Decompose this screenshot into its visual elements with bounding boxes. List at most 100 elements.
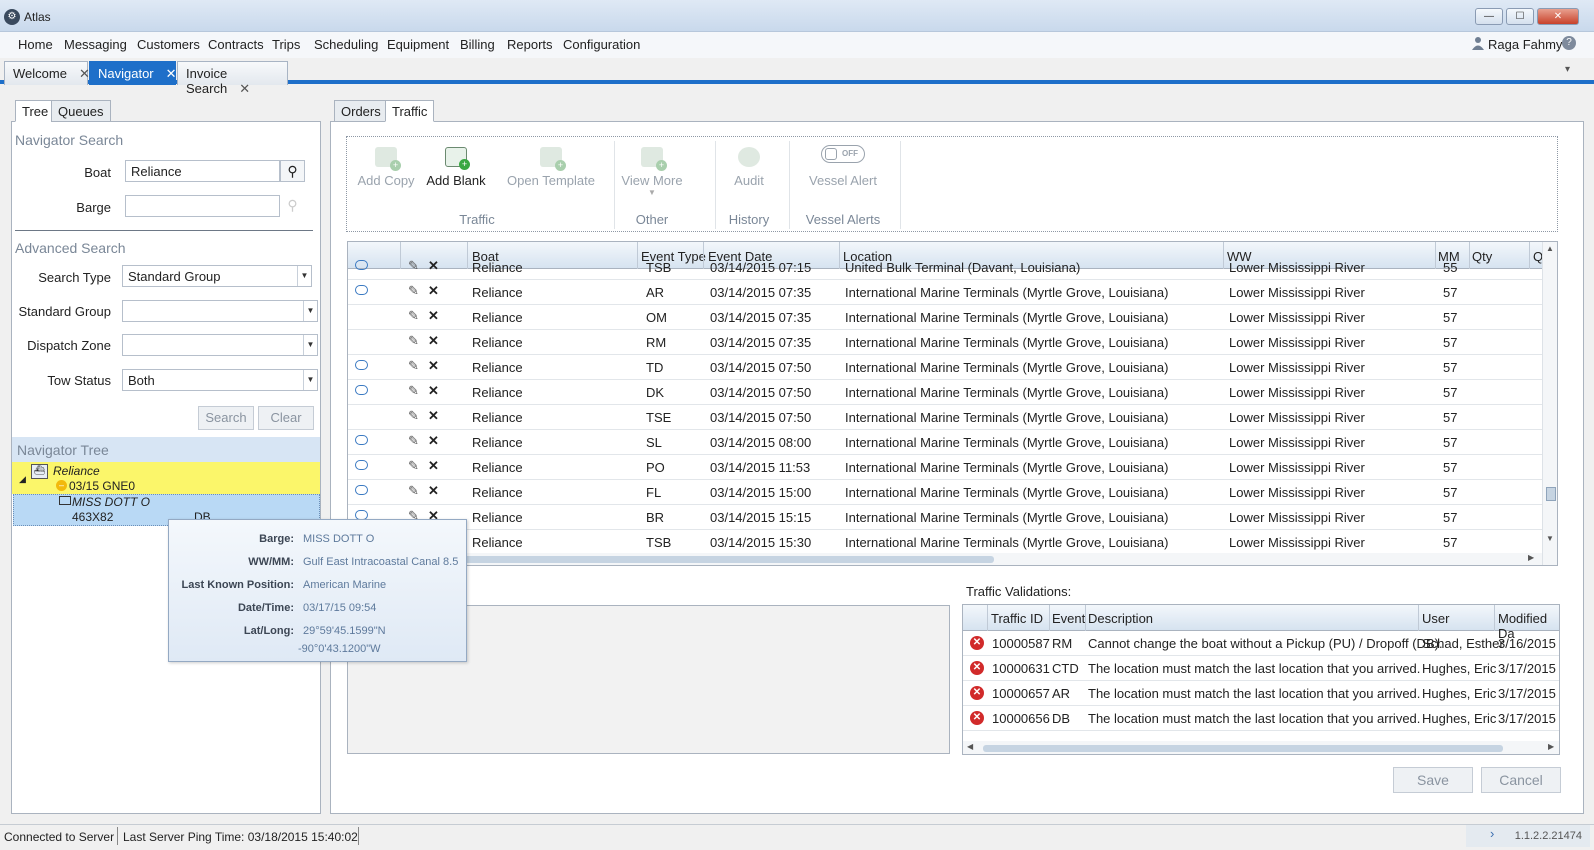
edit-icon[interactable]: ✎ [408,483,419,499]
col-traffic-id[interactable]: Traffic ID [991,611,1043,626]
tab-tree[interactable]: Tree [15,100,56,122]
edit-icon[interactable]: ✎ [408,383,419,399]
cancel-button[interactable]: Cancel [1481,767,1561,793]
table-row[interactable]: ✎ ✕ Reliance FL 03/14/2015 15:00 Internationa… [348,480,1542,505]
tab-invoice-search[interactable]: Invoice Search ✕ [177,61,288,96]
user-name[interactable]: Raga Fahmy [1488,37,1562,52]
table-row[interactable]: ✎ ✕ Reliance TSE 03/14/2015 07:50 Internation… [348,405,1542,430]
table-row[interactable]: ✕ 10000656 DB The location must match the l… [963,706,1559,731]
delete-icon[interactable]: ✕ [428,458,439,474]
search-button[interactable]: Search [198,406,254,430]
comment-icon[interactable] [355,385,368,395]
delete-icon[interactable]: ✕ [428,333,439,349]
edit-icon[interactable]: ✎ [408,308,419,324]
table-row[interactable]: ✎ ✕ Reliance SL 03/14/2015 08:00 Internationa… [348,430,1542,455]
table-row[interactable]: ✎ ✕ Reliance OM 03/14/2015 07:35 Internationa… [348,305,1542,330]
clear-button[interactable]: Clear [258,406,314,430]
help-icon[interactable]: ? [1562,36,1576,50]
menu-messaging[interactable]: Messaging [64,37,127,52]
delete-icon[interactable]: ✕ [428,383,439,399]
toggle-switch[interactable]: OFF [821,145,865,163]
menu-reports[interactable]: Reports [507,37,553,52]
maximize-button[interactable]: ☐ [1506,8,1534,25]
delete-icon[interactable]: ✕ [428,433,439,449]
col-description[interactable]: Description [1088,611,1153,626]
table-row[interactable]: ✎ ✕ Reliance TSB 03/14/2015 07:15 United Bulk… [348,255,1542,280]
add-copy-button[interactable]: + Add Copy [355,147,417,188]
col-event[interactable]: Event [1052,611,1085,626]
tab-welcome[interactable]: Welcome ✕ [4,61,90,85]
edit-icon[interactable]: ✎ [408,458,419,474]
table-row[interactable]: ✎✕RelianceTSB03/14/2015 15:30Internation… [348,530,1542,555]
menu-home[interactable]: Home [18,37,53,52]
tab-navigator[interactable]: Navigator ✕ [89,61,177,85]
standard-group-select[interactable]: ▼ [122,300,318,322]
col-user[interactable]: User [1422,611,1449,626]
comment-icon[interactable] [355,435,368,445]
barge-input[interactable] [125,195,280,217]
table-row[interactable]: ✎ ✕ Reliance BR 03/14/2015 15:15 Internationa… [348,505,1542,530]
comment-icon[interactable] [355,460,368,470]
grid-horizontal-scrollbar[interactable]: ▶ [348,553,1542,565]
table-row[interactable]: ✕ 10000587 RM Cannot change the boat withou… [963,631,1559,656]
cell-ww: Lower Mississippi River [1229,510,1365,525]
search-icon[interactable]: ⚲ [280,160,305,182]
minimize-button[interactable]: — [1475,8,1503,25]
close-icon[interactable]: ✕ [239,81,250,96]
table-row[interactable]: ✎ ✕ Reliance TD 03/14/2015 07:50 Internationa… [348,355,1542,380]
table-row[interactable]: ✕ 10000631 CTD The location must match the … [963,656,1559,681]
comment-icon[interactable] [355,260,368,270]
close-button[interactable]: ✕ [1537,8,1579,25]
add-blank-button[interactable]: + Add Blank [425,147,487,188]
edit-icon[interactable]: ✎ [408,333,419,349]
save-button[interactable]: Save [1393,767,1473,793]
delete-icon[interactable]: ✕ [428,408,439,424]
table-row[interactable]: ✎ ✕ Reliance PO 03/14/2015 11:53 Internationa… [348,455,1542,480]
edit-icon[interactable]: ✎ [408,408,419,424]
edit-icon[interactable]: ✎ [408,433,419,449]
menu-equipment[interactable]: Equipment [387,37,449,52]
grid-vertical-scrollbar[interactable]: ▲ ▼ [1542,242,1557,565]
table-row[interactable]: ✎ ✕ Reliance RM 03/14/2015 07:35 Internationa… [348,330,1542,355]
audit-button[interactable]: Audit [719,147,779,188]
edit-icon[interactable]: ✎ [408,258,419,274]
view-more-button[interactable]: + View More ▼ [619,147,685,197]
tab-traffic[interactable]: Traffic [385,100,435,122]
delete-icon[interactable]: ✕ [428,283,439,299]
tow-status-select[interactable]: Both ▼ [122,369,318,391]
tab-overflow-icon[interactable]: ▾ [1565,64,1570,75]
search-type-select[interactable]: Standard Group ▼ [122,265,312,287]
comment-icon[interactable] [355,285,368,295]
table-row[interactable]: ✎ ✕ Reliance AR 03/14/2015 07:35 Internationa… [348,280,1542,305]
tab-orders[interactable]: Orders [334,100,388,122]
vessel-alert-toggle[interactable]: OFF Vessel Alert [793,145,893,188]
chevron-right-icon[interactable]: › [1490,826,1494,841]
edit-icon[interactable]: ✎ [408,358,419,374]
delete-icon[interactable]: ✕ [428,358,439,374]
table-row[interactable]: ✕ 10000657 AR The location must match the l… [963,681,1559,706]
dispatch-zone-select[interactable]: ▼ [122,334,318,356]
menu-configuration[interactable]: Configuration [563,37,640,52]
comment-icon[interactable] [355,485,368,495]
boat-input[interactable]: Reliance [125,160,280,182]
cell-boat: Reliance [472,360,523,375]
open-template-button[interactable]: + Open Template [493,147,609,188]
table-row[interactable]: ✎ ✕ Reliance DK 03/14/2015 07:50 Internationa… [348,380,1542,405]
edit-icon[interactable]: ✎ [408,283,419,299]
validations-horizontal-scrollbar[interactable]: ◀ ▶ [963,741,1559,754]
menu-trips[interactable]: Trips [272,37,300,52]
delete-icon[interactable]: ✕ [428,258,439,274]
delete-icon[interactable]: ✕ [428,308,439,324]
menu-customers[interactable]: Customers [137,37,200,52]
delete-icon[interactable]: ✕ [428,483,439,499]
validations-grid: Traffic ID Event Description User Modifi… [962,604,1560,755]
comment-icon[interactable] [355,360,368,370]
tree-node-boat[interactable]: ◢ ⛴ Reliance – 03/15 GNE0 [12,462,320,494]
menu-contracts[interactable]: Contracts [208,37,264,52]
expand-icon[interactable]: ◢ [19,474,26,485]
menu-billing[interactable]: Billing [460,37,495,52]
search-icon[interactable]: ⚲ [280,195,305,217]
close-icon[interactable]: ✕ [166,66,177,81]
tab-queues[interactable]: Queues [51,100,111,122]
menu-scheduling[interactable]: Scheduling [314,37,378,52]
